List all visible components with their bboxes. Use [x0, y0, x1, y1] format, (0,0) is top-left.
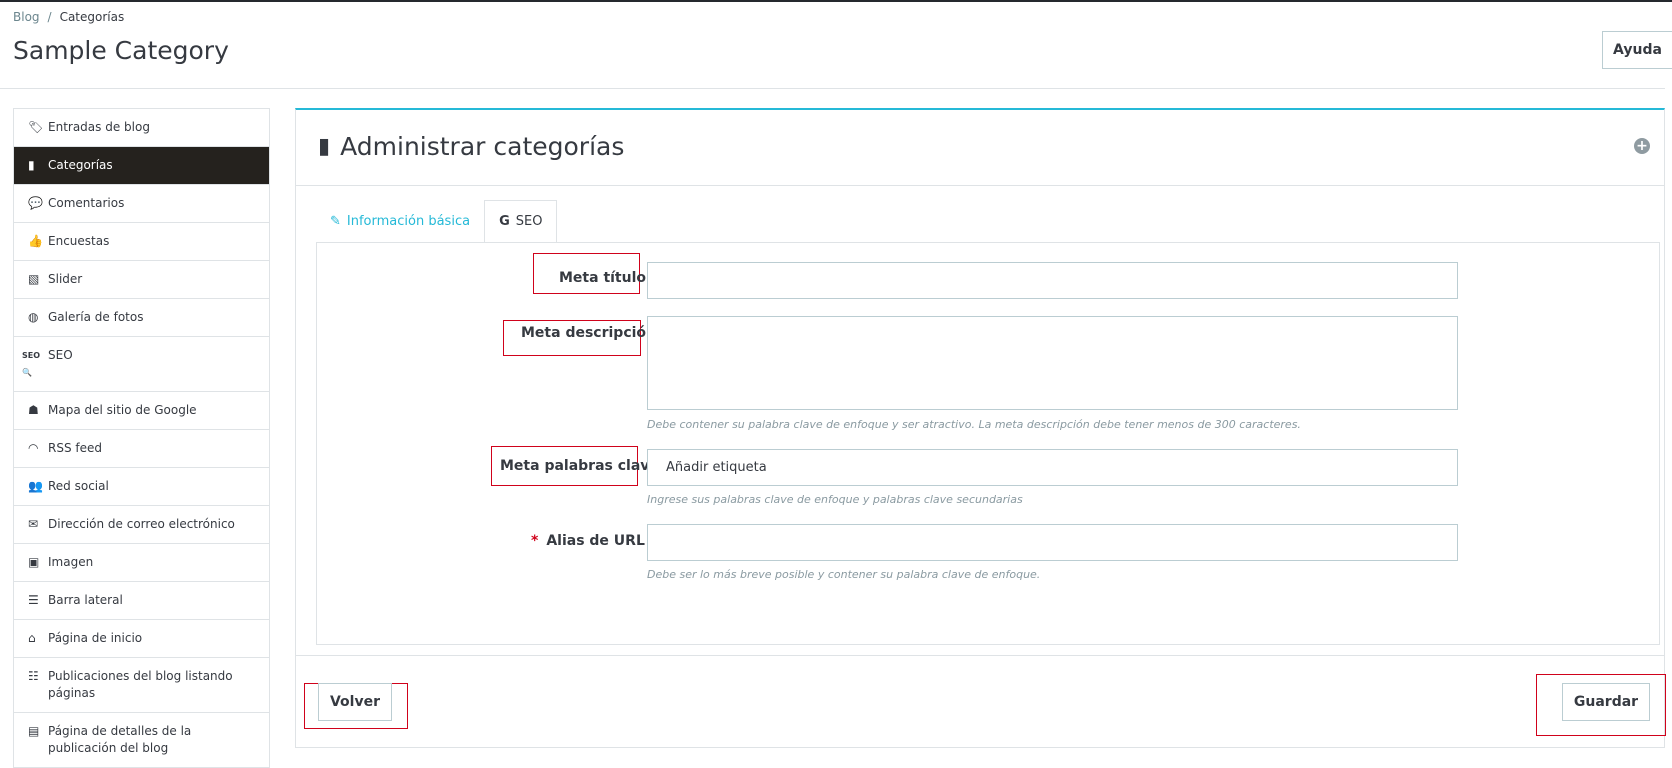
sidebar-item-label: RSS feed — [48, 441, 102, 455]
image-icon: ▣ — [28, 555, 40, 569]
sidebar-item-image[interactable]: ▣ Imagen — [14, 544, 269, 582]
meta-keywords-help: Ingrese sus palabras clave de enfoque y … — [647, 493, 1023, 506]
users-icon: 👥 — [28, 479, 43, 493]
list-icon: ☷ — [28, 669, 39, 683]
url-alias-help: Debe ser lo más breve posible y contener… — [647, 568, 1041, 581]
sidebar-item-google-sitemap[interactable]: ☗ Mapa del sitio de Google — [14, 392, 269, 430]
sidebar-item-label: Comentarios — [48, 196, 125, 210]
breadcrumb: Blog / Categorías — [13, 10, 124, 24]
edit-icon: ✎ — [330, 214, 341, 229]
sidebar-item-label: Publicaciones del blog listando páginas — [48, 669, 233, 700]
sidebar-item-slider[interactable]: ▧ Slider — [14, 261, 269, 299]
dashboard-icon: ◍ — [28, 310, 39, 324]
google-icon: G — [499, 214, 510, 229]
required-mark: * — [531, 533, 539, 549]
sidebar-item-label: Encuestas — [48, 234, 110, 248]
tags-icon: 🏷 — [28, 120, 44, 134]
tab-label: Información básica — [346, 214, 471, 229]
rss-icon: ◠ — [28, 441, 39, 455]
meta-description-textarea[interactable] — [647, 316, 1458, 410]
server-icon: ☰ — [28, 593, 39, 607]
sidebar-item-comments[interactable]: 💬 Comentarios — [14, 185, 269, 223]
envelope-icon: ✉ — [28, 517, 39, 531]
meta-title-label: Meta título — [559, 270, 647, 286]
meta-description-help: Debe contener su palabra clave de enfoqu… — [647, 418, 1301, 431]
url-alias-label-text: Alias de URL — [546, 533, 645, 549]
tab-basic-info[interactable]: ✎ Información básica — [316, 200, 484, 243]
meta-keywords-tag-input[interactable]: Añadir etiqueta — [647, 449, 1458, 486]
page-title: Sample Category — [13, 36, 229, 65]
sidebar-item-label: Barra lateral — [48, 593, 123, 607]
tab-label: SEO — [515, 214, 543, 229]
sidebar-item-label: Página de detalles de la publicación del… — [48, 724, 192, 755]
panel-title: ▮ Administrar categorías — [318, 132, 624, 161]
sidebar-item-home-page[interactable]: ⌂ Página de inicio — [14, 620, 269, 658]
tab-seo[interactable]: G SEO — [484, 200, 558, 243]
back-button[interactable]: Volver — [318, 683, 392, 721]
seo-tab-content: Meta título Meta descripción Debe conten… — [316, 242, 1660, 645]
manage-categories-panel: ▮ Administrar categorías + ✎ Información … — [295, 108, 1666, 748]
sidebar-item-label: Dirección de correo electrónico — [48, 517, 235, 531]
meta-description-label: Meta descripción — [521, 325, 656, 341]
meta-title-input[interactable] — [647, 262, 1458, 299]
sidebar-item-listing-pages[interactable]: ☷ Publicaciones del blog listando páginas — [14, 658, 269, 713]
meta-keywords-label: Meta palabras clave — [500, 458, 659, 474]
panel-footer — [296, 655, 1664, 656]
book-icon: ▮ — [318, 134, 331, 159]
url-alias-label: * Alias de URL — [531, 533, 645, 549]
sidebar-item-social-network[interactable]: 👥 Red social — [14, 468, 269, 506]
sidebar-item-detail-page[interactable]: ▤ Página de detalles de la publicación de… — [14, 713, 269, 767]
add-tag-placeholder[interactable]: Añadir etiqueta — [666, 460, 767, 475]
book-icon: ▮ — [28, 158, 35, 172]
sidebar-item-rss-feed[interactable]: ◠ RSS feed — [14, 430, 269, 468]
sidebar-item-categories[interactable]: ▮ Categorías — [14, 147, 269, 185]
tabs: ✎ Información básica G SEO — [316, 200, 558, 243]
breadcrumb-parent-link[interactable]: Blog — [13, 10, 40, 24]
sidebar-item-blog-posts[interactable]: 🏷 Entradas de blog — [14, 109, 269, 147]
breadcrumb-separator: / — [47, 10, 52, 24]
panel-header: ▮ Administrar categorías + — [296, 110, 1664, 186]
help-button[interactable]: Ayuda — [1602, 31, 1672, 69]
sidebar-item-label: Slider — [48, 272, 83, 286]
sidebar-item-label: Página de inicio — [48, 631, 143, 645]
sidebar-item-label: Entradas de blog — [48, 120, 150, 134]
sidebar-item-photo-gallery[interactable]: ◍ Galería de fotos — [14, 299, 269, 337]
file-image-icon: ▧ — [28, 272, 40, 286]
sidebar-item-label: Galería de fotos — [48, 310, 144, 324]
panel-title-text: Administrar categorías — [340, 132, 625, 161]
header-divider — [0, 88, 1665, 89]
sidebar-item-label: Mapa del sitio de Google — [48, 403, 197, 417]
sidebar: 🏷 Entradas de blog ▮ Categorías 💬 Comentari… — [13, 108, 270, 768]
plus-circle-icon[interactable]: + — [1634, 138, 1650, 154]
url-alias-input[interactable] — [647, 524, 1458, 561]
sidebar-item-label: SEO — [48, 348, 73, 362]
sidebar-item-polls[interactable]: 👍 Encuestas — [14, 223, 269, 261]
sidebar-item-label: Categorías — [48, 158, 113, 172]
breadcrumb-current: Categorías — [59, 10, 125, 24]
seo-icon: SEO🔍 — [22, 351, 41, 377]
sidebar-item-label: Red social — [48, 479, 109, 493]
sidebar-item-label: Imagen — [48, 555, 94, 569]
list-alt-icon: ▤ — [28, 724, 40, 738]
sidebar-item-sidebar[interactable]: ☰ Barra lateral — [14, 582, 269, 620]
sidebar-item-email[interactable]: ✉ Dirección de correo electrónico — [14, 506, 269, 544]
save-button[interactable]: Guardar — [1562, 683, 1650, 721]
thumbs-up-icon: 👍 — [28, 234, 43, 248]
sitemap-icon: ☗ — [28, 403, 39, 417]
comments-icon: 💬 — [28, 196, 43, 210]
sidebar-item-seo[interactable]: SEO🔍 SEO — [14, 337, 269, 392]
home-icon: ⌂ — [28, 631, 36, 645]
